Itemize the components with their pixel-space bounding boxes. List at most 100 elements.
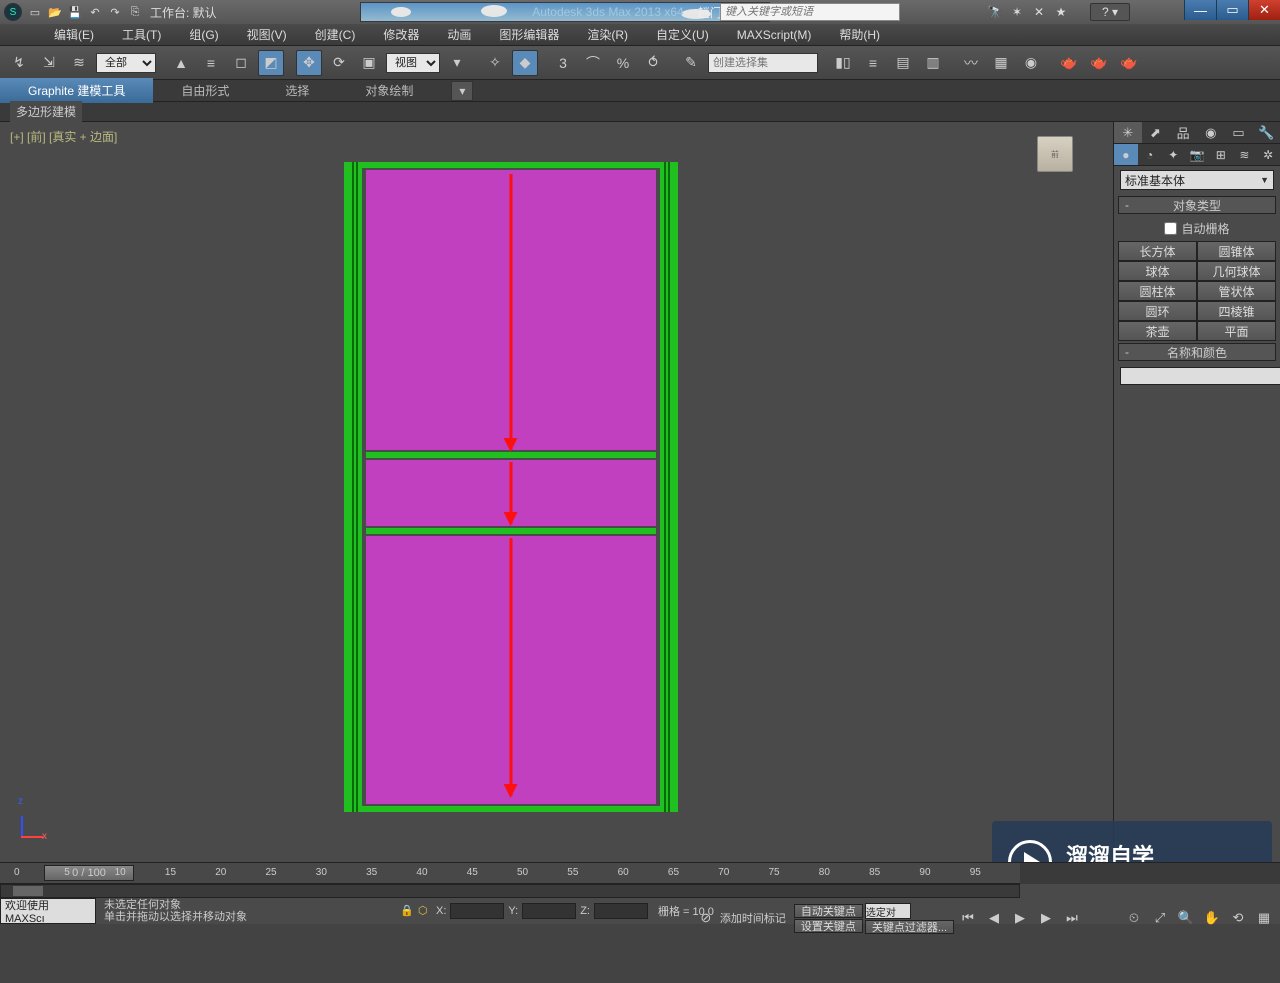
zoom-extents-icon[interactable]: ⤢ bbox=[1148, 906, 1172, 930]
scroll-thumb[interactable] bbox=[13, 886, 43, 896]
favorites-icon[interactable]: ★ bbox=[1052, 3, 1070, 21]
open-file-icon[interactable]: 📂 bbox=[46, 4, 64, 20]
tab-graphite[interactable]: Graphite 建模工具 bbox=[0, 78, 153, 103]
keyboard-shortcut-icon[interactable]: ◆ bbox=[512, 50, 538, 76]
menu-modifiers[interactable]: 修改器 bbox=[369, 22, 433, 47]
use-center-icon[interactable]: ▾ bbox=[444, 50, 470, 76]
selection-filter[interactable]: 全部 bbox=[96, 53, 156, 73]
help-dropdown[interactable]: ? ▾ bbox=[1090, 3, 1130, 21]
menu-help[interactable]: 帮助(H) bbox=[825, 22, 894, 47]
door-geometry[interactable] bbox=[344, 162, 678, 812]
link-icon[interactable]: ⎘ bbox=[126, 4, 144, 20]
rollout-object-type[interactable]: 对象类型 bbox=[1118, 196, 1276, 214]
rendered-frame-icon[interactable]: 🫖 bbox=[1086, 50, 1112, 76]
render-setup-icon[interactable]: 🫖 bbox=[1056, 50, 1082, 76]
ribbon-expand-icon[interactable]: ▾ bbox=[451, 81, 473, 101]
named-selection-set[interactable] bbox=[708, 53, 818, 73]
addtime-label[interactable]: 添加时间标记 bbox=[720, 910, 786, 926]
workspace-label[interactable]: 工作台: 默认 bbox=[150, 4, 217, 21]
x-input[interactable] bbox=[450, 903, 504, 919]
time-config-icon[interactable]: ⏲ bbox=[1122, 906, 1146, 930]
menu-maxscript[interactable]: MAXScript(M) bbox=[723, 24, 826, 46]
ref-coord-system[interactable]: 视图 bbox=[386, 53, 440, 73]
render-production-icon[interactable]: 🫖 bbox=[1116, 50, 1142, 76]
menu-tools[interactable]: 工具(T) bbox=[108, 22, 175, 47]
btn-box[interactable]: 长方体 bbox=[1118, 241, 1197, 261]
pan-icon[interactable]: ✋ bbox=[1200, 906, 1224, 930]
tab-display-icon[interactable]: ▭ bbox=[1225, 122, 1253, 143]
move-icon[interactable]: ✥ bbox=[296, 50, 322, 76]
rotate-icon[interactable]: ⟳ bbox=[326, 50, 352, 76]
tab-create-icon[interactable]: ✳ bbox=[1114, 122, 1142, 143]
viewcube[interactable]: 前 bbox=[1037, 136, 1073, 172]
layers-icon[interactable]: ▤ bbox=[890, 50, 916, 76]
align-icon[interactable]: ≡ bbox=[860, 50, 886, 76]
next-frame-icon[interactable]: ▶ bbox=[1034, 906, 1058, 930]
btn-cylinder[interactable]: 圆柱体 bbox=[1118, 281, 1197, 301]
select-manipulate-icon[interactable]: ✧ bbox=[482, 50, 508, 76]
tab-hierarchy-icon[interactable]: 品 bbox=[1169, 122, 1197, 143]
menu-rendering[interactable]: 渲染(R) bbox=[573, 22, 642, 47]
btn-cone[interactable]: 圆锥体 bbox=[1197, 241, 1276, 261]
sub-shapes-icon[interactable]: ◔ bbox=[1138, 144, 1162, 165]
lock-selection-icon[interactable]: 🔒 bbox=[400, 904, 414, 918]
menu-views[interactable]: 视图(V) bbox=[233, 22, 301, 47]
tab-objectpaint[interactable]: 对象绘制 bbox=[337, 78, 441, 103]
redo-icon[interactable]: ↷ bbox=[106, 4, 124, 20]
mirror-icon[interactable]: ▮▯ bbox=[830, 50, 856, 76]
exchange-icon[interactable]: ✕ bbox=[1030, 3, 1048, 21]
curve-editor-icon[interactable]: 〰 bbox=[958, 50, 984, 76]
goto-end-icon[interactable]: ⏭ bbox=[1060, 906, 1084, 930]
tab-freeform[interactable]: 自由形式 bbox=[153, 78, 257, 103]
lock-icon-2[interactable]: ⬡ bbox=[418, 904, 432, 918]
material-editor-icon[interactable]: ◉ bbox=[1018, 50, 1044, 76]
layer-manager-icon[interactable]: ▥ bbox=[920, 50, 946, 76]
menu-edit[interactable]: 编辑(E) bbox=[40, 22, 108, 47]
minimize-button[interactable]: — bbox=[1184, 0, 1216, 20]
zoom-icon[interactable]: 🔍 bbox=[1174, 906, 1198, 930]
app-logo-icon[interactable]: S bbox=[4, 3, 22, 21]
spinner-snap-icon[interactable]: ⥀ bbox=[640, 50, 666, 76]
btn-sphere[interactable]: 球体 bbox=[1118, 261, 1197, 281]
sub-spacewarps-icon[interactable]: ≋ bbox=[1233, 144, 1257, 165]
subpanel-polymodel[interactable]: 多边形建模 bbox=[10, 101, 82, 122]
sub-helpers-icon[interactable]: ⊞ bbox=[1209, 144, 1233, 165]
setkey-button[interactable]: 设置关键点 bbox=[794, 919, 863, 933]
tab-modify-icon[interactable]: ⬈ bbox=[1142, 122, 1170, 143]
unlink-icon[interactable]: ⇲ bbox=[36, 50, 62, 76]
snap-toggle-icon[interactable]: 3 bbox=[550, 50, 576, 76]
schematic-icon[interactable]: ▦ bbox=[988, 50, 1014, 76]
tab-selection[interactable]: 选择 bbox=[257, 78, 337, 103]
tab-motion-icon[interactable]: ◉ bbox=[1197, 122, 1225, 143]
select-link-icon[interactable]: ↯ bbox=[6, 50, 32, 76]
geometry-category[interactable]: 标准基本体 bbox=[1120, 170, 1274, 190]
time-slider[interactable]: 0 / 100 05101520253035404550556065707580… bbox=[0, 862, 1280, 884]
rollout-name-color[interactable]: 名称和颜色 bbox=[1118, 343, 1276, 361]
max-toggle-icon[interactable]: ▦ bbox=[1252, 906, 1276, 930]
keyfilter-button[interactable]: 关键点过滤器... bbox=[865, 920, 954, 934]
prev-frame-icon[interactable]: ◀ bbox=[982, 906, 1006, 930]
z-input[interactable] bbox=[594, 903, 648, 919]
subscription-icon[interactable]: ✶ bbox=[1008, 3, 1026, 21]
btn-torus[interactable]: 圆环 bbox=[1118, 301, 1197, 321]
trackbar-scroll[interactable] bbox=[0, 884, 1020, 898]
autogrid-checkbox[interactable] bbox=[1164, 222, 1177, 235]
binoculars-icon[interactable]: 🔭 bbox=[986, 3, 1004, 21]
play-anim-icon[interactable]: ▶ bbox=[1008, 906, 1032, 930]
autokey-button[interactable]: 自动关键点 bbox=[794, 904, 863, 918]
maxscript-mini[interactable]: 欢迎使用 MAXScı bbox=[0, 898, 96, 924]
maximize-button[interactable]: ▭ bbox=[1216, 0, 1248, 20]
btn-pyramid[interactable]: 四棱锥 bbox=[1197, 301, 1276, 321]
sub-lights-icon[interactable]: ✦ bbox=[1161, 144, 1185, 165]
btn-teapot[interactable]: 茶壶 bbox=[1118, 321, 1197, 341]
select-region-rect-icon[interactable]: ◻ bbox=[228, 50, 254, 76]
select-by-name-icon[interactable]: ≡ bbox=[198, 50, 224, 76]
selected-only-combo[interactable]: 选定对 bbox=[865, 903, 911, 919]
viewport-front[interactable]: [+] [前] [真实 + 边面] 前 zx bbox=[0, 122, 1114, 862]
menu-create[interactable]: 创建(C) bbox=[301, 22, 370, 47]
close-button[interactable]: ✕ bbox=[1248, 0, 1280, 20]
orbit-icon[interactable]: ⟲ bbox=[1226, 906, 1250, 930]
sub-systems-icon[interactable]: ✲ bbox=[1256, 144, 1280, 165]
isolate-icon[interactable]: ⊘ bbox=[694, 906, 718, 930]
new-file-icon[interactable]: ▭ bbox=[26, 4, 44, 20]
